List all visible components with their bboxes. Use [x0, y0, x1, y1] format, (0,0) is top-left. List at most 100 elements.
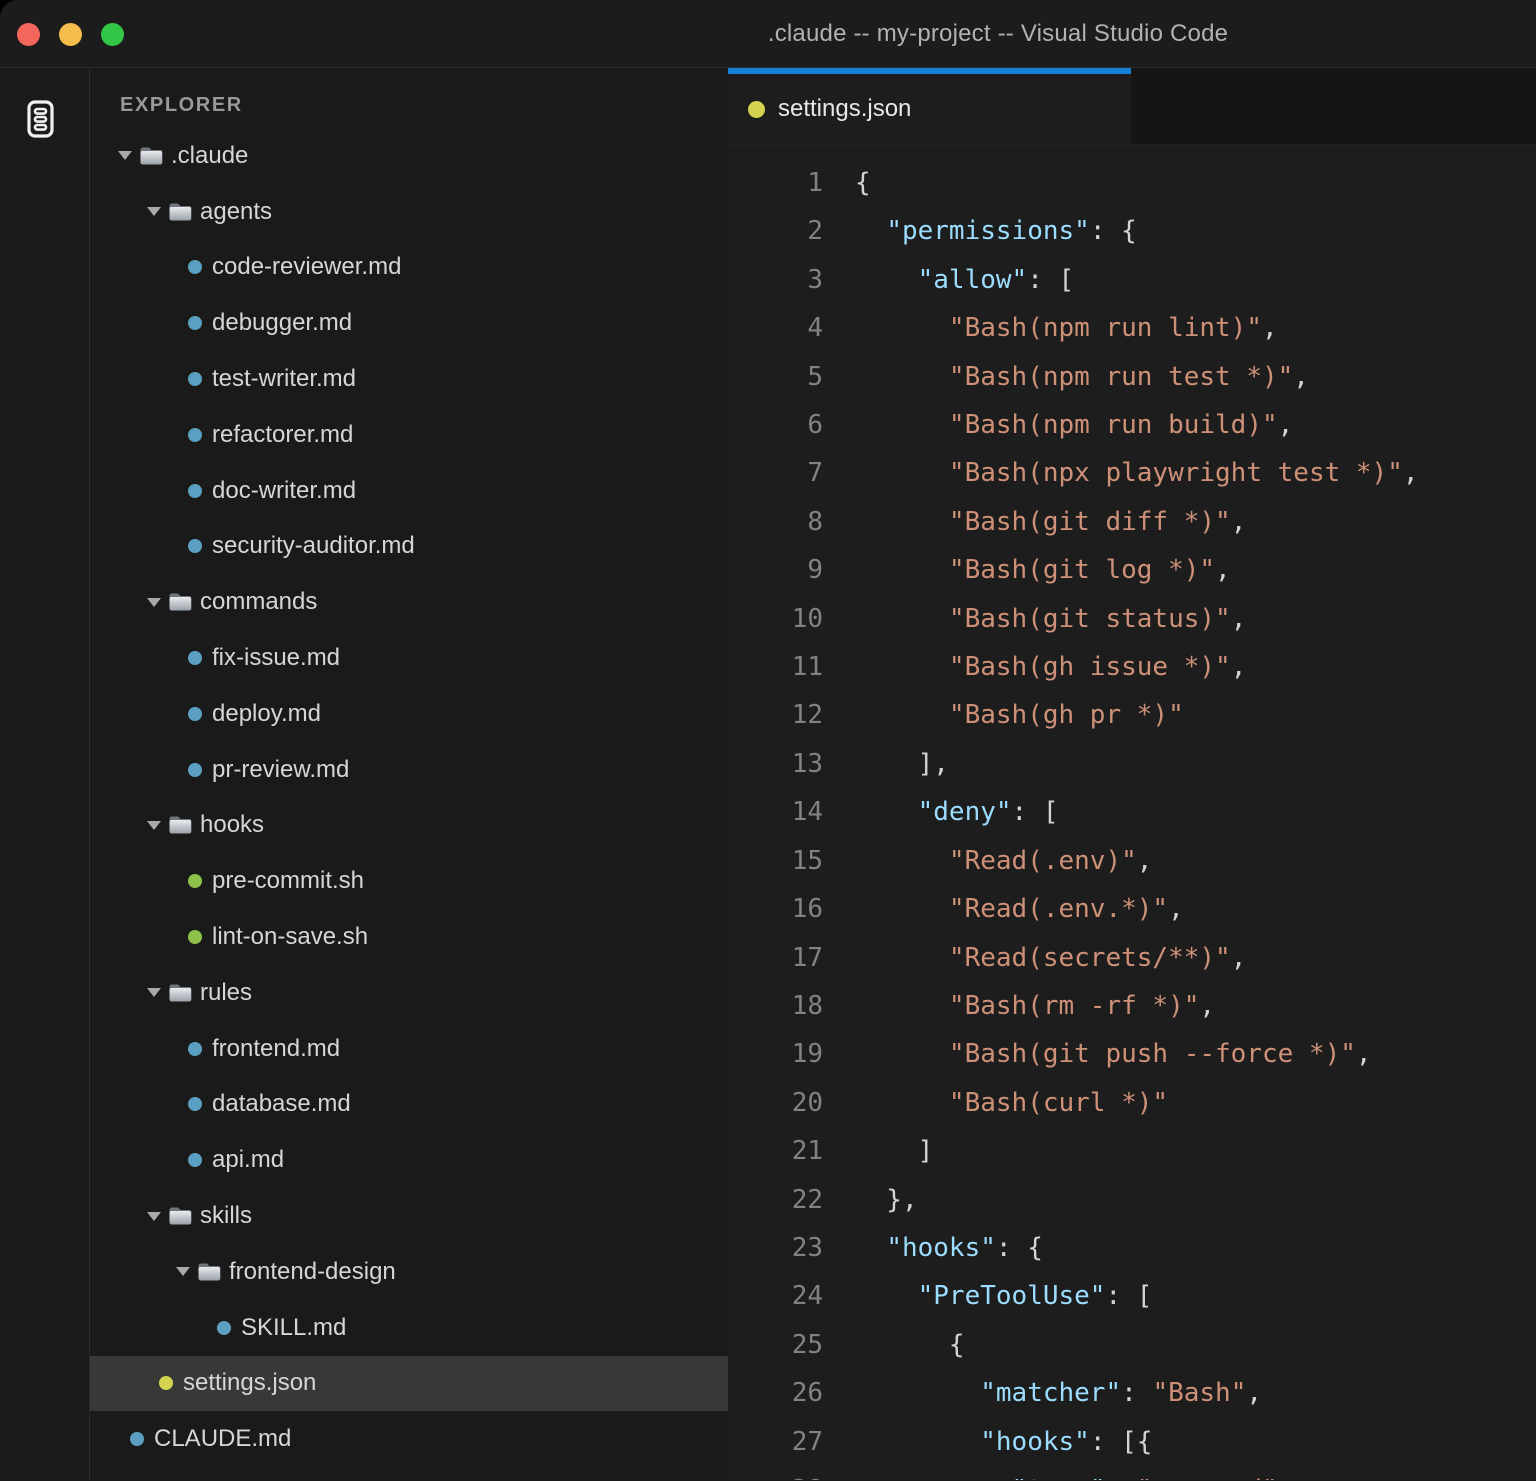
tree-item-label: debugger.md	[212, 309, 352, 337]
file-tree: .claude agents code-reviewer.md debugger.md…	[90, 128, 728, 1467]
md-file-icon	[188, 539, 202, 553]
tree-item-label: doc-writer.md	[212, 477, 356, 505]
line-number: 17	[728, 934, 823, 982]
tree-item-skills[interactable]: skills	[90, 1188, 728, 1244]
code-line-16[interactable]: 16 "Read(.env.*)",	[728, 885, 1536, 933]
code-line-28[interactable]: 28 "type": "command",	[728, 1466, 1536, 1480]
tree-item-database-md[interactable]: database.md	[90, 1077, 728, 1133]
tree-item-claude-md[interactable]: CLAUDE.md	[90, 1411, 728, 1467]
code-line-17[interactable]: 17 "Read(secrets/**)",	[728, 934, 1536, 982]
chevron-down-icon	[147, 821, 161, 830]
code-line-12[interactable]: 12 "Bash(gh pr *)"	[728, 691, 1536, 739]
tree-item-settings-json[interactable]: settings.json	[90, 1356, 728, 1412]
tree-item-label: fix-issue.md	[212, 644, 340, 672]
code-line-5[interactable]: 5 "Bash(npm run test *)",	[728, 353, 1536, 401]
explorer-panel-icon[interactable]	[27, 100, 54, 138]
md-file-icon	[188, 1042, 202, 1056]
tree-item-agents[interactable]: agents	[90, 184, 728, 240]
tree-item-commands[interactable]: commands	[90, 574, 728, 630]
code-text: ],	[855, 740, 949, 788]
md-file-icon	[188, 316, 202, 330]
code-text: "hooks": [{	[855, 1418, 1152, 1466]
line-number: 10	[728, 595, 823, 643]
code-line-22[interactable]: 22 },	[728, 1176, 1536, 1224]
tree-item-hooks[interactable]: hooks	[90, 798, 728, 854]
code-line-19[interactable]: 19 "Bash(git push --force *)",	[728, 1030, 1536, 1078]
tree-item-api-md[interactable]: api.md	[90, 1132, 728, 1188]
minimize-button[interactable]	[59, 23, 82, 46]
tree-item-frontend-design[interactable]: frontend-design	[90, 1244, 728, 1300]
code-line-25[interactable]: 25 {	[728, 1321, 1536, 1369]
tree-item-label: refactorer.md	[212, 421, 353, 449]
close-button[interactable]	[17, 23, 40, 46]
tree-item-debugger-md[interactable]: debugger.md	[90, 295, 728, 351]
code-line-4[interactable]: 4 "Bash(npm run lint)",	[728, 304, 1536, 352]
chevron-down-icon	[147, 598, 161, 607]
line-number: 24	[728, 1272, 823, 1320]
folder-icon	[197, 1262, 221, 1282]
code-line-21[interactable]: 21 ]	[728, 1127, 1536, 1175]
tree-item-label: code-reviewer.md	[212, 253, 401, 281]
tree-item-frontend-md[interactable]: frontend.md	[90, 1021, 728, 1077]
md-file-icon	[188, 1153, 202, 1167]
editor-group: settings.json 1{2 "permissions": {3 "all…	[728, 68, 1536, 1480]
tree-item-doc-writer-md[interactable]: doc-writer.md	[90, 463, 728, 519]
code-line-15[interactable]: 15 "Read(.env)",	[728, 837, 1536, 885]
code-line-23[interactable]: 23 "hooks": {	[728, 1224, 1536, 1272]
code-text: "Bash(git diff *)",	[855, 498, 1246, 546]
code-line-20[interactable]: 20 "Bash(curl *)"	[728, 1079, 1536, 1127]
tree-item--claude[interactable]: .claude	[90, 128, 728, 184]
code-line-7[interactable]: 7 "Bash(npx playwright test *)",	[728, 449, 1536, 497]
md-file-icon	[188, 1097, 202, 1111]
code-line-10[interactable]: 10 "Bash(git status)",	[728, 595, 1536, 643]
tree-item-deploy-md[interactable]: deploy.md	[90, 686, 728, 742]
code-text: "Bash(npx playwright test *)",	[855, 449, 1419, 497]
code-line-6[interactable]: 6 "Bash(npm run build)",	[728, 401, 1536, 449]
tree-item-pre-commit-sh[interactable]: pre-commit.sh	[90, 853, 728, 909]
code-line-3[interactable]: 3 "allow": [	[728, 256, 1536, 304]
tree-item-pr-review-md[interactable]: pr-review.md	[90, 742, 728, 798]
code-line-14[interactable]: 14 "deny": [	[728, 788, 1536, 836]
tree-item-code-reviewer-md[interactable]: code-reviewer.md	[90, 240, 728, 296]
tree-item-label: frontend-design	[229, 1258, 396, 1286]
code-text: {	[855, 159, 871, 207]
md-file-icon	[188, 763, 202, 777]
line-number: 25	[728, 1321, 823, 1369]
line-number: 2	[728, 207, 823, 255]
code-line-11[interactable]: 11 "Bash(gh issue *)",	[728, 643, 1536, 691]
md-file-icon	[188, 372, 202, 386]
tree-item-rules[interactable]: rules	[90, 965, 728, 1021]
code-line-13[interactable]: 13 ],	[728, 740, 1536, 788]
code-line-24[interactable]: 24 "PreToolUse": [	[728, 1272, 1536, 1320]
tree-item-fix-issue-md[interactable]: fix-issue.md	[90, 630, 728, 686]
tree-item-label: .claude	[171, 142, 248, 170]
tree-item-skill-md[interactable]: SKILL.md	[90, 1300, 728, 1356]
code-line-27[interactable]: 27 "hooks": [{	[728, 1418, 1536, 1466]
code-text: "Bash(npm run build)",	[855, 401, 1293, 449]
tree-item-label: rules	[200, 979, 252, 1007]
md-file-icon	[188, 428, 202, 442]
code-text: "Read(secrets/**)",	[855, 934, 1246, 982]
line-number: 11	[728, 643, 823, 691]
tree-item-test-writer-md[interactable]: test-writer.md	[90, 351, 728, 407]
line-number: 3	[728, 256, 823, 304]
tree-item-lint-on-save-sh[interactable]: lint-on-save.sh	[90, 909, 728, 965]
tree-item-refactorer-md[interactable]: refactorer.md	[90, 407, 728, 463]
chevron-down-icon	[147, 988, 161, 997]
tab-settings-json[interactable]: settings.json	[728, 68, 1131, 144]
line-number: 14	[728, 788, 823, 836]
chevron-down-icon	[147, 207, 161, 216]
line-number: 13	[728, 740, 823, 788]
code-text: "allow": [	[855, 256, 1074, 304]
code-line-1[interactable]: 1{	[728, 159, 1536, 207]
tree-item-security-auditor-md[interactable]: security-auditor.md	[90, 519, 728, 575]
tab-label: settings.json	[778, 95, 911, 123]
tree-item-label: test-writer.md	[212, 365, 356, 393]
code-line-26[interactable]: 26 "matcher": "Bash",	[728, 1369, 1536, 1417]
zoom-button[interactable]	[101, 23, 124, 46]
code-line-8[interactable]: 8 "Bash(git diff *)",	[728, 498, 1536, 546]
code-editor[interactable]: 1{2 "permissions": {3 "allow": [4 "Bash(…	[728, 145, 1536, 1480]
code-line-9[interactable]: 9 "Bash(git log *)",	[728, 546, 1536, 594]
code-line-18[interactable]: 18 "Bash(rm -rf *)",	[728, 982, 1536, 1030]
code-line-2[interactable]: 2 "permissions": {	[728, 207, 1536, 255]
